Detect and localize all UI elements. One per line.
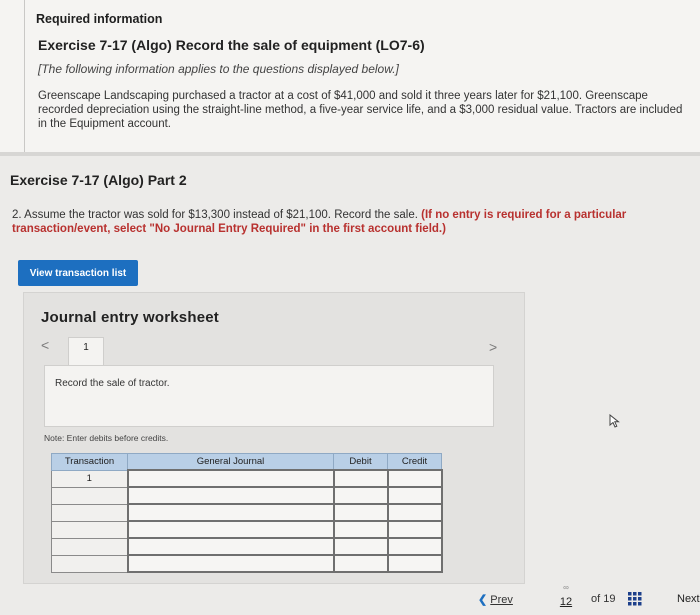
chevron-left-icon[interactable]: < (41, 337, 49, 353)
account-input[interactable] (126, 554, 335, 573)
debit-input[interactable] (332, 554, 389, 573)
panel-rule (24, 0, 25, 152)
transaction-cell: 1 (51, 469, 128, 488)
cursor-icon (609, 414, 620, 428)
exercise-description: Greenscape Landscaping purchased a tract… (38, 90, 683, 130)
table-row (51, 520, 443, 539)
transaction-cell (51, 503, 128, 522)
credit-input[interactable] (386, 554, 443, 573)
journal-entry-worksheet: Journal entry worksheet < 1 > Record the… (23, 292, 525, 584)
account-input[interactable] (126, 469, 335, 488)
debit-input[interactable] (332, 520, 389, 539)
worksheet-title: Journal entry worksheet (41, 309, 219, 326)
debit-input[interactable] (332, 537, 389, 556)
current-page: 12 (559, 596, 573, 608)
table-row (51, 537, 443, 556)
exercise-note: [The following information applies to th… (38, 62, 399, 76)
credit-input[interactable] (386, 537, 443, 556)
transaction-cell (51, 554, 128, 573)
prev-link[interactable]: ❮ Prev (478, 593, 513, 606)
account-input[interactable] (126, 537, 335, 556)
entry-tab-1[interactable]: 1 (68, 337, 104, 365)
header-credit: Credit (387, 453, 442, 471)
entry-description: Record the sale of tractor. (55, 378, 170, 389)
question-body: 2. Assume the tractor was sold for $13,3… (12, 209, 418, 221)
part-title: Exercise 7-17 (Algo) Part 2 (10, 172, 187, 188)
transaction-cell (51, 520, 128, 539)
credit-input[interactable] (386, 486, 443, 505)
required-information-label: Required information (36, 12, 163, 26)
table-row (51, 554, 443, 573)
prev-label: Prev (490, 594, 513, 606)
debit-input[interactable] (332, 503, 389, 522)
transaction-cell (51, 486, 128, 505)
grid-icon[interactable] (628, 592, 642, 606)
debits-note: Note: Enter debits before credits. (44, 433, 169, 443)
journal-table: Transaction General Journal Debit Credit… (51, 453, 443, 573)
view-transaction-list-button[interactable]: View transaction list (18, 260, 138, 286)
account-input[interactable] (126, 503, 335, 522)
question-text: 2. Assume the tractor was sold for $13,3… (12, 208, 682, 236)
chevron-left-icon: ❮ (478, 594, 488, 606)
table-row (51, 486, 443, 505)
exercise-title: Exercise 7-17 (Algo) Record the sale of … (38, 37, 425, 53)
debit-input[interactable] (332, 486, 389, 505)
account-input[interactable] (126, 520, 335, 539)
chevron-right-icon[interactable]: > (489, 339, 497, 355)
credit-input[interactable] (386, 469, 443, 488)
table-row: 1 (51, 469, 443, 488)
debit-input[interactable] (332, 469, 389, 488)
header-transaction: Transaction (51, 453, 128, 471)
entry-description-box: Record the sale of tractor. (44, 365, 494, 427)
header-general-journal: General Journal (127, 453, 334, 471)
account-input[interactable] (126, 486, 335, 505)
credit-input[interactable] (386, 520, 443, 539)
page-indicator[interactable]: ∞ 12 (556, 583, 576, 610)
header-debit: Debit (333, 453, 388, 471)
required-info-panel: Required information Exercise 7-17 (Algo… (0, 0, 700, 152)
credit-input[interactable] (386, 503, 443, 522)
page-total: of 19 (591, 593, 616, 605)
transaction-cell (51, 537, 128, 556)
next-button[interactable]: Next (677, 593, 700, 605)
section-divider (0, 152, 700, 156)
table-row (51, 503, 443, 522)
link-icon: ∞ (563, 583, 569, 592)
